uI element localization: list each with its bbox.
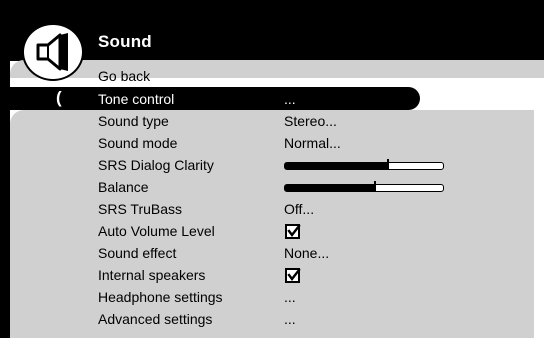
menu-item-label: SRS TruBass <box>98 201 183 217</box>
menu-title: Sound <box>98 32 152 51</box>
slider-handle[interactable] <box>374 181 376 191</box>
menu-item-value: ... <box>284 311 296 327</box>
menu-item-label: Sound type <box>98 113 169 129</box>
menu-item-sound-mode[interactable]: Sound mode Normal... <box>0 132 544 154</box>
menu-item-tone-control[interactable]: Tone control... <box>0 88 544 110</box>
menu-item-value: Stereo... <box>284 113 337 129</box>
menu-item-headphone-settings[interactable]: Headphone settings... <box>0 286 544 308</box>
menu-item-label: Auto Volume Level <box>98 223 215 239</box>
menu-item-go-back[interactable]: Go back <box>0 65 544 87</box>
menu-item-label: Sound effect <box>98 245 177 261</box>
menu-item-value: None... <box>284 245 330 261</box>
menu-item-value: ... <box>284 289 296 305</box>
menu-item-label: Go back <box>98 68 151 84</box>
checkmark-icon <box>287 224 301 237</box>
menu-item-balance[interactable]: Balance <box>0 176 544 198</box>
menu-item-label: Sound mode <box>98 135 178 151</box>
menu-item-value: ... <box>284 91 296 107</box>
menu-item-auto-volume-level[interactable]: Auto Volume Level <box>0 220 544 242</box>
checkbox[interactable] <box>285 224 301 239</box>
checkbox[interactable] <box>285 268 301 283</box>
menu-item-label: Internal speakers <box>98 267 206 283</box>
slider-handle[interactable] <box>387 159 389 169</box>
menu-item-advanced-settings[interactable]: Advanced settings... <box>0 308 544 330</box>
menu-item-label: Advanced settings <box>98 311 213 327</box>
menu-item-sound-effect[interactable]: Sound effect None... <box>0 242 544 264</box>
menu-item-srs-dialog-clarity[interactable]: SRS Dialog Clarity <box>0 154 544 176</box>
menu-item-label: Tone control <box>98 91 175 107</box>
checkmark-icon <box>287 268 301 281</box>
menu-item-label: SRS Dialog Clarity <box>98 157 214 173</box>
menu-item-label: Headphone settings <box>98 289 223 305</box>
menu-item-srs-trubass[interactable]: SRS TruBass Off... <box>0 198 544 220</box>
level-slider[interactable] <box>284 159 444 170</box>
menu-item-sound-type[interactable]: Sound type Stereo... <box>0 110 544 132</box>
menu-item-value: Off... <box>284 201 315 217</box>
sound-menu: Sound ( Go back Tone control... Sound type… <box>0 0 544 338</box>
slider-fill <box>285 185 375 191</box>
menu-item-label: Balance <box>98 179 149 195</box>
menu-item-internal-speakers[interactable]: Internal speakers <box>0 264 544 286</box>
menu-item-value: Normal... <box>284 135 341 151</box>
level-slider[interactable] <box>284 181 444 192</box>
slider-fill <box>285 163 388 169</box>
